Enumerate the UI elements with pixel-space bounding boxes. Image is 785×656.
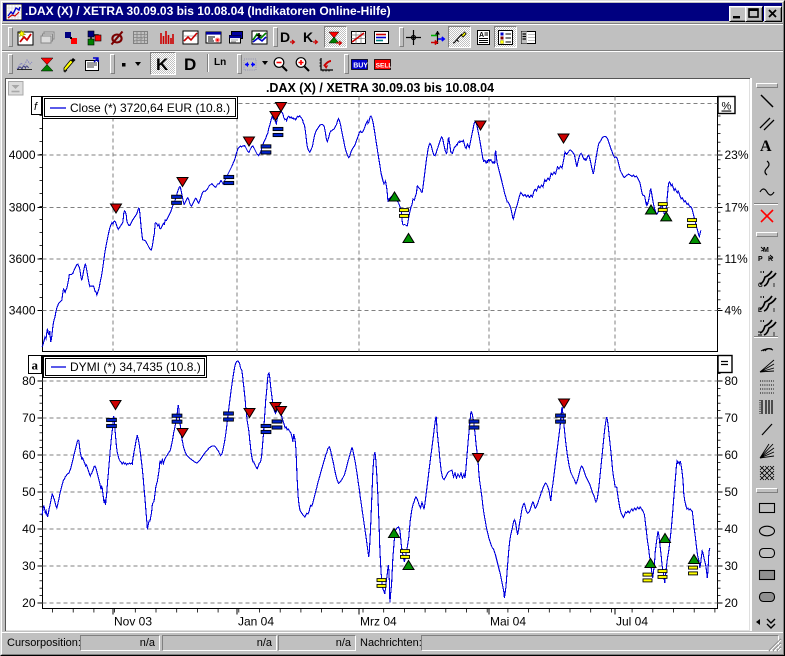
svg-text:40: 40 [725, 522, 739, 536]
svg-text:Mrz 04: Mrz 04 [360, 615, 397, 629]
svg-text:a: a [32, 358, 39, 373]
svg-text:D: D [280, 29, 290, 45]
svg-text:80: 80 [22, 374, 36, 388]
svg-text:E: E [758, 308, 762, 313]
svg-text:70: 70 [725, 411, 739, 425]
svg-text:Nov 03: Nov 03 [114, 615, 152, 629]
svg-text:30: 30 [725, 559, 739, 573]
svg-text:Mai 04: Mai 04 [490, 615, 526, 629]
svg-text:%: % [722, 101, 732, 113]
svg-text:3800: 3800 [9, 201, 36, 215]
svg-text:3600: 3600 [9, 252, 36, 266]
svg-text:P: P [758, 256, 763, 263]
svg-text:.DAX (X) / XETRA 30.09.03 bis: .DAX (X) / XETRA 30.09.03 bis 10.08.04 [266, 81, 494, 95]
svg-text:BUY: BUY [353, 62, 368, 69]
svg-text:23%: 23% [725, 148, 749, 162]
svg-text:50: 50 [22, 485, 36, 499]
svg-text:SELL: SELL [376, 62, 391, 69]
svg-text:Close (*) 3720,64 EUR (10.8.): Close (*) 3720,64 EUR (10.8.) [70, 101, 230, 115]
svg-text:4000: 4000 [9, 148, 36, 162]
svg-text:Jan 04: Jan 04 [238, 615, 274, 629]
svg-text:40: 40 [22, 522, 36, 536]
svg-text:70: 70 [22, 411, 36, 425]
svg-text:20: 20 [22, 596, 36, 610]
svg-text:50: 50 [725, 485, 739, 499]
svg-text:60: 60 [22, 448, 36, 462]
svg-text:30: 30 [22, 559, 36, 573]
svg-text:20: 20 [725, 596, 739, 610]
svg-text:K: K [303, 29, 313, 45]
svg-text:G: G [758, 283, 763, 288]
svg-text:80: 80 [725, 374, 739, 388]
svg-text:4%: 4% [725, 304, 743, 318]
svg-text:A: A [479, 32, 484, 39]
svg-text:DYMI (*) 34,7435 (10.8.): DYMI (*) 34,7435 (10.8.) [70, 360, 201, 374]
svg-text:60: 60 [725, 448, 739, 462]
svg-text:A: A [760, 138, 772, 155]
svg-text:3400: 3400 [9, 304, 36, 318]
svg-text:17%: 17% [725, 201, 749, 215]
svg-text:11%: 11% [725, 252, 748, 266]
svg-text:Jul 04: Jul 04 [616, 615, 648, 629]
